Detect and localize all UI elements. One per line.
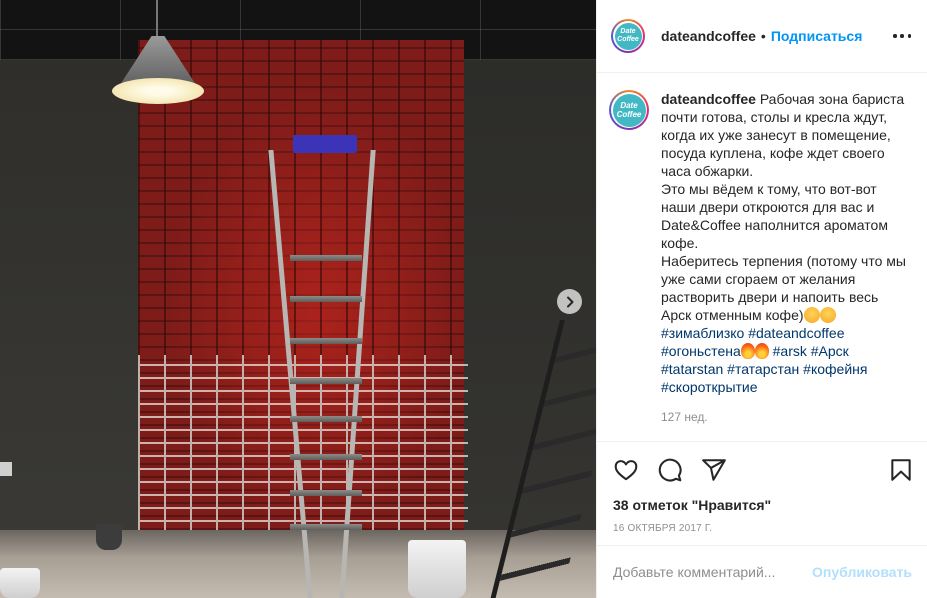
hashtag-ogonstena[interactable]: #огоньстена — [661, 343, 741, 359]
ladder-step — [290, 454, 362, 460]
caption-text-2: Это мы вёдем к тому, что вот-вот наши дв… — [661, 181, 888, 251]
avatar-logo: Date Coffee — [614, 22, 642, 50]
ladder-step — [290, 416, 362, 422]
fire-emoji-icon — [740, 343, 755, 359]
more-options-icon[interactable] — [893, 34, 911, 38]
action-icons — [613, 456, 914, 484]
header-username[interactable]: dateandcoffee — [661, 28, 756, 44]
hashtag-kofeinya[interactable]: #кофейня — [803, 361, 867, 377]
action-bar: 38 отметок "Нравится" 16 ОКТЯБРЯ 2017 Г. — [597, 441, 927, 534]
hashtag-arsk[interactable]: #Арск — [811, 343, 849, 359]
hashtag-tatarstan[interactable]: #татарстан — [727, 361, 799, 377]
paint-bucket-left — [0, 568, 40, 598]
avatar-logo: Date Coffee — [612, 93, 646, 127]
dot — [893, 34, 897, 38]
instagram-post: Date Coffee dateandcoffee • Подписаться … — [0, 0, 927, 598]
hashtag-line-4: #скороткрытие — [661, 378, 911, 396]
smile-emoji-icon — [803, 307, 820, 323]
wall-outlet — [0, 462, 12, 476]
caption-avatar[interactable]: Date Coffee — [609, 90, 649, 130]
paint-bucket — [408, 540, 466, 598]
ladder-step — [290, 255, 362, 261]
hashtag-tatarstan-latin[interactable]: #tatarstan — [661, 361, 723, 377]
hashtag-zimablizko[interactable]: #зимаблизко — [661, 325, 744, 341]
dot — [907, 34, 911, 38]
add-comment-bar: Опубликовать — [597, 545, 927, 598]
post-photo — [0, 0, 596, 598]
comment-icon[interactable] — [657, 457, 683, 483]
ladder-step — [290, 490, 362, 496]
caption: dateandcoffee Рабочая зона бариста почти… — [661, 90, 911, 441]
header-separator: • — [760, 28, 766, 44]
heart-icon[interactable] — [613, 457, 639, 483]
post-side-panel: Date Coffee dateandcoffee • Подписаться … — [596, 0, 927, 598]
bookmark-icon[interactable] — [888, 457, 914, 483]
ladder-step — [290, 338, 362, 344]
fire-emoji-icon — [754, 343, 769, 359]
caption-username[interactable]: dateandcoffee — [661, 91, 756, 107]
post-date[interactable]: 16 ОКТЯБРЯ 2017 Г. — [613, 523, 914, 534]
hashtag-line-1: #зимаблизко #dateandcoffee — [661, 324, 911, 342]
avatar-ring: Date Coffee — [613, 21, 643, 51]
ladder-step — [290, 296, 362, 302]
publish-button[interactable]: Опубликовать — [812, 564, 912, 580]
caption-time[interactable]: 127 нед. — [661, 408, 911, 426]
lamp-cord — [156, 0, 158, 38]
follow-button[interactable]: Подписаться — [771, 28, 863, 44]
avatar-logo-text-2: Coffee — [617, 36, 639, 43]
avatar[interactable]: Date Coffee — [611, 19, 645, 53]
hashtag-line-2: #огоньстена #arsk #Арск — [661, 342, 911, 360]
avatar-logo-text-2: Coffee — [616, 110, 642, 119]
next-photo-button[interactable] — [557, 289, 582, 314]
hashtag-line-3: #tatarstan #татарстан #кофейня — [661, 360, 911, 378]
hashtag-skorootkrytie[interactable]: #скороткрытие — [661, 379, 758, 395]
smile-emoji-icon — [819, 307, 836, 323]
caption-text-3-wrap: Наберитесь терпения (потому что мы уже с… — [661, 252, 911, 324]
post-header: Date Coffee dateandcoffee • Подписаться — [597, 0, 927, 73]
hashtag-arsk-latin[interactable]: #arsk — [773, 343, 807, 359]
ladder-step — [290, 524, 362, 530]
ladder-top — [293, 135, 357, 153]
paint-can — [96, 524, 122, 550]
avatar-logo-text-1: Date — [620, 101, 638, 110]
caption-text-3: Наберитесь терпения (потому что мы уже с… — [661, 253, 906, 323]
avatar-logo-text-1: Date — [620, 28, 636, 35]
caption-body: dateandcoffee Рабочая зона бариста почти… — [661, 90, 911, 396]
lamp-light — [112, 78, 204, 104]
chevron-right-icon — [566, 296, 573, 307]
ladder-step — [290, 378, 362, 384]
caption-area: Date Coffee dateandcoffee Рабочая зона б… — [597, 73, 927, 441]
hashtag-dateandcoffee[interactable]: #dateandcoffee — [748, 325, 844, 341]
avatar-ring: Date Coffee — [611, 92, 647, 128]
likes-count[interactable]: 38 отметок "Нравится" — [613, 497, 914, 513]
dot — [900, 34, 904, 38]
share-icon[interactable] — [701, 457, 727, 483]
comment-input[interactable] — [613, 564, 813, 580]
wall-left — [0, 60, 140, 540]
